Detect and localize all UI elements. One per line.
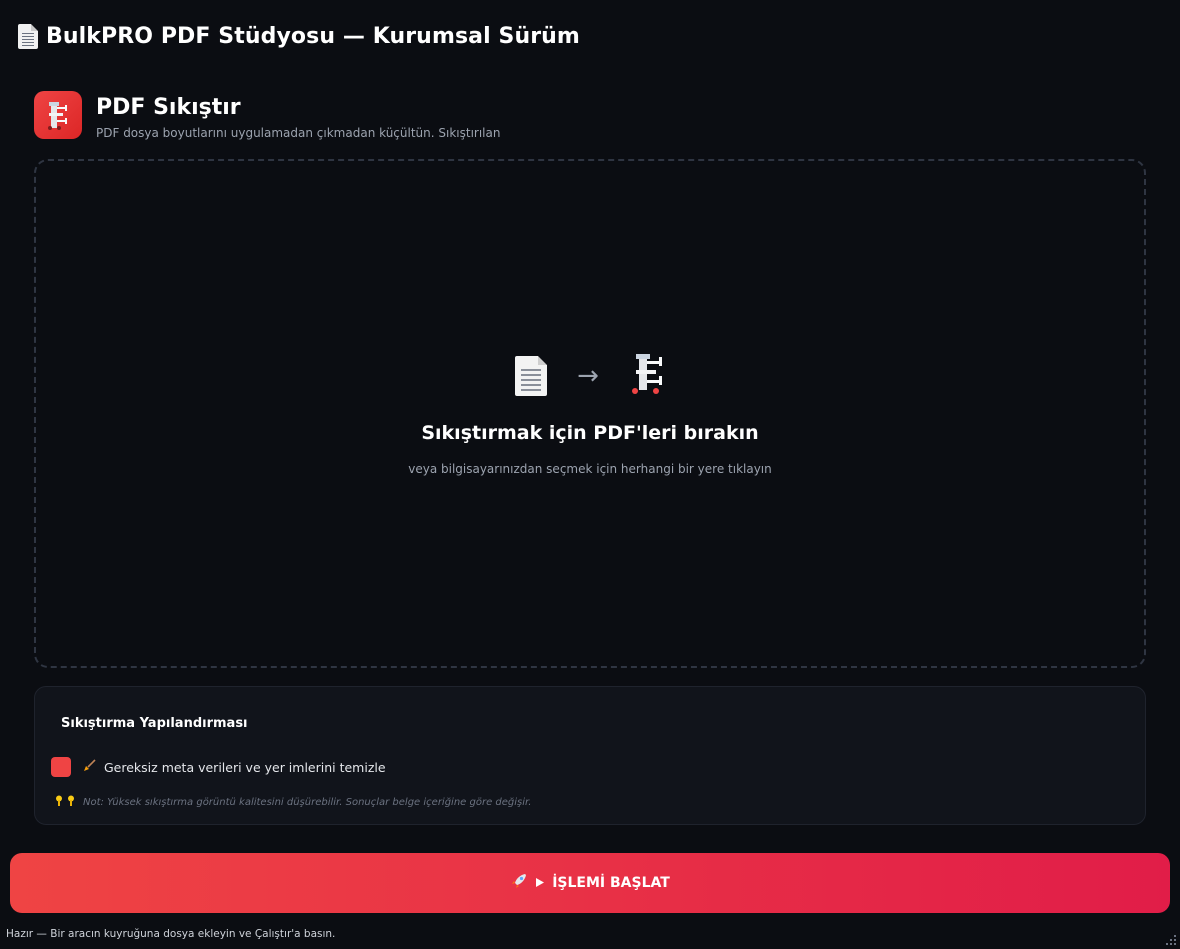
window-title-text: BulkPRO PDF Stüdyosu — Kurumsal Sürüm xyxy=(46,24,580,49)
tool-description: PDF dosya boyutlarını uygulamadan çıkmad… xyxy=(96,126,500,140)
broom-icon xyxy=(83,759,96,775)
clamp-icon xyxy=(34,91,82,139)
start-process-label: İŞLEMİ BAŞLAT xyxy=(552,875,670,891)
pdf-document-icon xyxy=(515,356,547,396)
dropzone-subtitle: veya bilgisayarınızdan seçmek için herha… xyxy=(408,462,772,476)
rocket-icon xyxy=(510,872,528,894)
play-icon xyxy=(536,875,544,891)
clean-metadata-label: Gereksiz meta verileri ve yer imlerini t… xyxy=(104,760,386,775)
tool-header: PDF Sıkıştır PDF dosya boyutlarını uygul… xyxy=(34,91,500,140)
window-title: BulkPRO PDF Stüdyosu — Kurumsal Sürüm xyxy=(18,24,580,49)
arrow-right-icon: → xyxy=(577,361,599,391)
dropzone-title: Sıkıştırmak için PDF'leri bırakın xyxy=(421,422,758,444)
note-text: Not: Yüksek sıkıştırma görüntü kalitesin… xyxy=(83,797,531,808)
pin-icon xyxy=(55,795,77,809)
clean-metadata-option[interactable]: Gereksiz meta verileri ve yer imlerini t… xyxy=(51,757,386,777)
clean-metadata-checkbox[interactable] xyxy=(51,757,71,777)
config-title: Sıkıştırma Yapılandırması xyxy=(61,716,248,731)
drop-illustration: → xyxy=(515,352,665,400)
pdf-dropzone[interactable]: → Sıkıştırmak için PDF'leri bırakın veya… xyxy=(34,159,1146,668)
clamp-icon xyxy=(629,352,665,400)
document-icon xyxy=(18,24,38,49)
tool-title: PDF Sıkıştır xyxy=(96,95,500,120)
start-process-button[interactable]: İŞLEMİ BAŞLAT xyxy=(10,853,1170,913)
compression-config-panel: Sıkıştırma Yapılandırması Gereksiz meta … xyxy=(34,686,1146,825)
status-bar: Hazır — Bir aracın kuyruğuna dosya ekley… xyxy=(6,928,335,940)
compression-note: Not: Yüksek sıkıştırma görüntü kalitesin… xyxy=(55,795,531,809)
resize-grip[interactable] xyxy=(1166,930,1176,940)
